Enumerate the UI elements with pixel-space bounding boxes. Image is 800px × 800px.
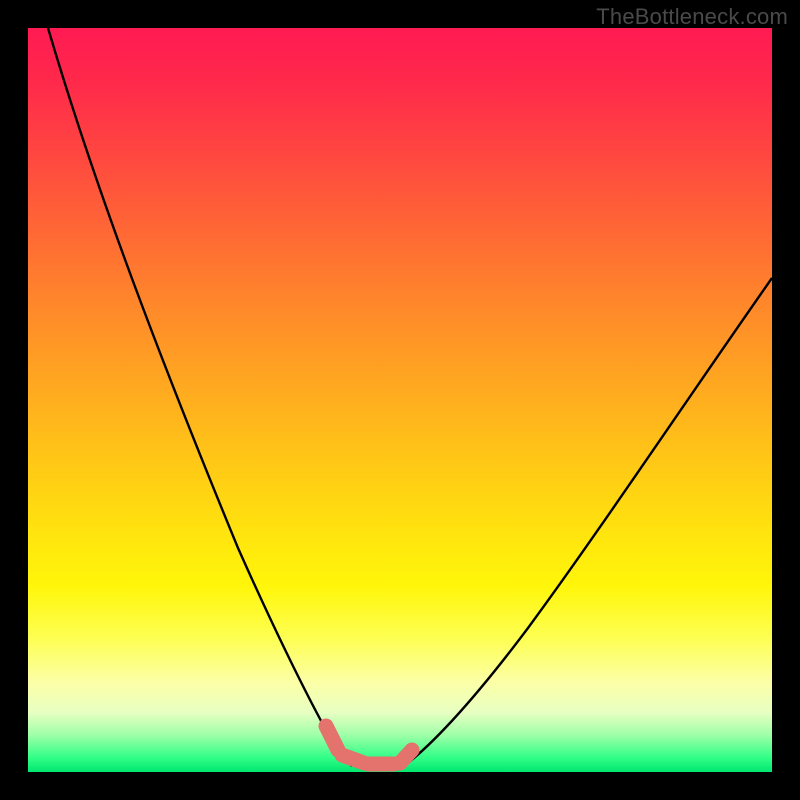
trough-highlight (326, 726, 412, 764)
watermark-text: TheBottleneck.com (596, 4, 788, 30)
chart-frame: TheBottleneck.com (0, 0, 800, 800)
left-curve (48, 28, 352, 766)
curve-overlay (28, 28, 772, 772)
plot-area (28, 28, 772, 772)
right-curve (404, 278, 772, 766)
